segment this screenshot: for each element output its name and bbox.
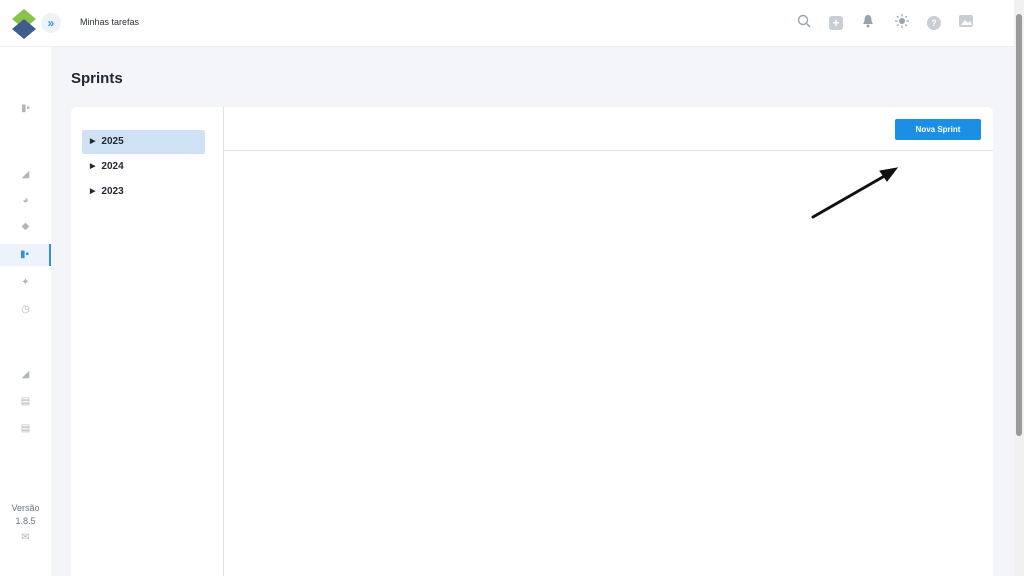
chart-icon[interactable]: ◢ (0, 164, 51, 186)
top-icons: + ? (795, 14, 975, 32)
search-icon[interactable] (795, 14, 813, 32)
sidebar: ▮▪ ◢ ◕ ◆ ▮▪ ✦ ◷ ◢ ▤ ▤ Versão 1.8.5 ✉ (0, 47, 51, 576)
caret-right-icon: ▶ (90, 188, 96, 195)
mail-icon[interactable]: ✉ (0, 527, 51, 549)
layers-icon[interactable]: ◆ (0, 216, 51, 238)
expand-sidebar-button[interactable]: » (41, 13, 61, 33)
tree-item-label: 2024 (101, 161, 124, 172)
caret-right-icon: ▶ (90, 163, 96, 170)
top-bar: » Minhas tarefas + ? (0, 0, 1014, 47)
page-title: Sprints (71, 70, 123, 87)
tree-item-2025[interactable]: ▶ 2025 (82, 130, 205, 154)
tree-item-2023[interactable]: ▶ 2023 (82, 180, 205, 204)
theme-sun-icon[interactable] (893, 14, 911, 32)
tree-item-label: 2025 (101, 136, 124, 147)
sprint-board-icon[interactable]: ▮▪ (0, 244, 51, 266)
notification-bell-icon[interactable] (859, 14, 877, 32)
clock-icon[interactable]: ◷ (0, 299, 51, 321)
chart-icon[interactable]: ◢ (0, 364, 51, 386)
document-icon[interactable]: ▤ (0, 418, 51, 440)
document-icon[interactable]: ▤ (0, 391, 51, 413)
tree-item-label: 2023 (101, 186, 124, 197)
breadcrumb[interactable]: Minhas tarefas (80, 17, 139, 27)
toolbar-divider (224, 150, 993, 151)
app-logo[interactable] (12, 9, 36, 39)
caret-right-icon: ▶ (90, 138, 96, 145)
year-tree: ▶ 2025 ▶ 2024 ▶ 2023 (71, 107, 224, 576)
help-icon[interactable]: ? (927, 16, 941, 30)
image-icon[interactable] (957, 14, 975, 32)
board-icon[interactable]: ▮▪ (0, 98, 51, 120)
pin-icon[interactable]: ✦ (0, 272, 51, 294)
version-label: Versão (11, 503, 40, 513)
scrollbar-thumb[interactable] (1016, 14, 1022, 436)
tree-item-2024[interactable]: ▶ 2024 (82, 155, 205, 179)
pie-chart-icon[interactable]: ◕ (0, 190, 51, 212)
sprints-card: ▶ 2025 ▶ 2024 ▶ 2023 Nova Sprint (71, 107, 993, 576)
page-scrollbar[interactable] (1014, 0, 1024, 576)
add-icon[interactable]: + (829, 16, 843, 30)
new-sprint-button[interactable]: Nova Sprint (895, 119, 981, 140)
